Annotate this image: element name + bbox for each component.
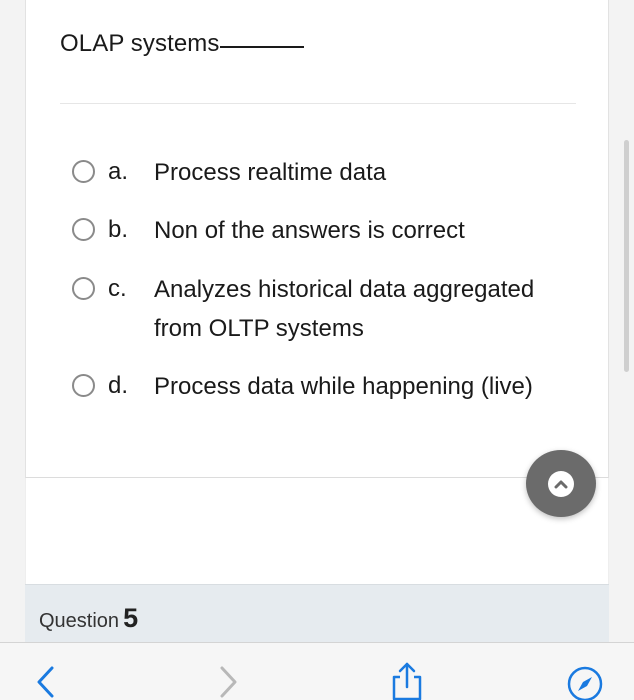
radio-button[interactable] <box>72 374 95 397</box>
question-prompt: OLAP systems <box>60 30 220 57</box>
answer-blank <box>220 46 305 48</box>
next-question-header: Question 5 <box>25 584 609 642</box>
chevron-up-icon <box>548 470 574 497</box>
option-text: Process realtime data <box>154 159 387 186</box>
option-text: Analyzes historical data aggregated from… <box>154 276 535 342</box>
option-b[interactable]: b. Non of the answers is correct <box>72 216 584 250</box>
option-text: Process data while happening (live) <box>154 373 533 400</box>
option-letter: a. <box>108 158 129 185</box>
question-label: Question 5 <box>39 603 138 634</box>
forward-icon[interactable] <box>218 665 240 700</box>
question-text: OLAP systems <box>60 30 305 58</box>
content-spacer <box>25 478 609 584</box>
share-icon[interactable] <box>389 661 425 700</box>
scrollbar[interactable] <box>624 140 629 372</box>
radio-button[interactable] <box>72 277 95 300</box>
option-d[interactable]: d. Process data while happening (live) <box>72 372 584 406</box>
question-label-text: Question <box>39 610 120 632</box>
question-number: 5 <box>123 603 139 633</box>
browser-toolbar <box>0 642 634 700</box>
option-c[interactable]: c. Analyzes historical data aggregated f… <box>72 275 584 348</box>
option-a[interactable]: a. Process realtime data <box>72 158 584 192</box>
radio-button[interactable] <box>72 160 95 183</box>
scroll-to-top-button[interactable] <box>526 450 596 517</box>
back-icon[interactable] <box>34 665 56 700</box>
divider <box>60 103 576 104</box>
option-letter: b. <box>108 216 129 243</box>
radio-button[interactable] <box>72 218 95 241</box>
option-text: Non of the answers is correct <box>154 217 465 244</box>
option-letter: d. <box>108 372 129 399</box>
option-letter: c. <box>108 275 127 302</box>
question-card: OLAP systems a. Process realtime data b.… <box>25 0 609 478</box>
page: OLAP systems a. Process realtime data b.… <box>0 0 634 700</box>
compass-icon[interactable] <box>566 665 604 700</box>
